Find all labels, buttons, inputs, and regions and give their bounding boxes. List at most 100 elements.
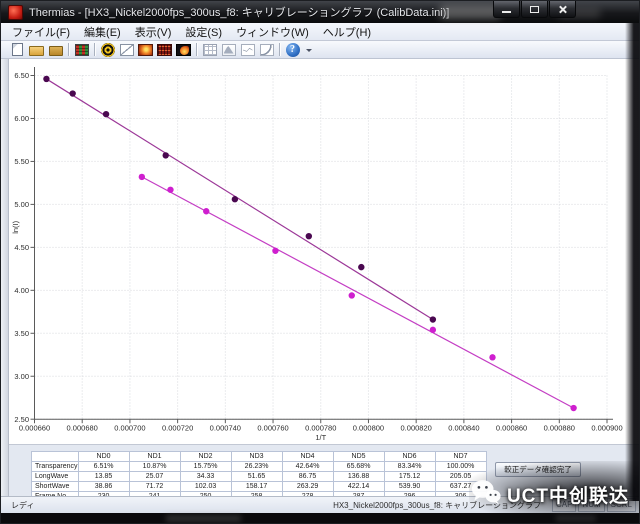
menu-window[interactable]: ウィンドウ(W) (229, 24, 316, 40)
detector-glyph (75, 44, 89, 56)
graph-window-icon[interactable] (238, 41, 257, 58)
grid-table-glyph (203, 44, 217, 56)
new-file-icon[interactable] (8, 41, 27, 58)
table-col-header: ND7 (435, 452, 486, 462)
app-icon (8, 5, 23, 20)
target-icon[interactable] (98, 41, 117, 58)
table-cell: 51.65 (231, 472, 282, 482)
longwave-point (139, 174, 145, 180)
table-row-label: LongWave (32, 472, 79, 482)
mdi-client-area: 6.506.005.505.004.504.003.503.002.500.00… (1, 59, 639, 496)
shortwave-point (430, 316, 436, 322)
decline-curve-glyph (260, 44, 274, 56)
table-cell: 25.07 (129, 472, 180, 482)
x-tick-label: 0.000800 (353, 424, 384, 433)
sensor-grid-glyph (157, 44, 172, 56)
shortwave-point (103, 111, 109, 117)
maximize-button[interactable] (521, 1, 548, 18)
histogram-icon[interactable] (219, 41, 238, 58)
x-tick-label: 0.000840 (448, 424, 479, 433)
maximize-icon (530, 6, 539, 13)
title-bar[interactable]: Thermias - [HX3_Nickel2000fps_300us_f8: … (1, 1, 639, 23)
table-cell: 10.87% (129, 462, 180, 472)
table-row: ShortWave38.8671.72102.03158.17263.29422… (32, 482, 487, 492)
menu-edit[interactable]: 編集(E) (77, 24, 128, 40)
line-chart-icon[interactable] (117, 41, 136, 58)
new-file-glyph (12, 43, 23, 56)
watermark: UCT中创联达 (471, 479, 629, 509)
table-cell: 42.64% (282, 462, 333, 472)
window-controls (492, 1, 576, 18)
decline-curve-icon[interactable] (257, 41, 276, 58)
longwave-point (167, 187, 173, 193)
table-cell: 13.85 (78, 472, 129, 482)
menu-file[interactable]: ファイル(F) (5, 24, 77, 40)
table-row-label: ShortWave (32, 482, 79, 492)
flame-image-glyph (176, 44, 191, 56)
x-tick-label: 0.000860 (496, 424, 527, 433)
y-tick-label: 3.50 (14, 329, 29, 338)
table-cell: 71.72 (129, 482, 180, 492)
chart-canvas: 6.506.005.505.004.504.003.503.002.500.00… (9, 59, 629, 444)
table-corner-cell (32, 452, 79, 462)
menu-help[interactable]: ヘルプ(H) (316, 24, 378, 40)
table-cell: 539.90 (384, 482, 435, 492)
table-cell: 158.17 (231, 482, 282, 492)
thermal-image-icon[interactable] (136, 41, 155, 58)
watermark-smudge (556, 515, 596, 522)
longwave-point (430, 327, 436, 333)
folder-glyph (49, 46, 63, 56)
x-tick-label: 0.000880 (544, 424, 575, 433)
table-cell: 175.12 (384, 472, 435, 482)
application-window: Thermias - [HX3_Nickel2000fps_300us_f8: … (0, 0, 640, 524)
help-icon[interactable] (283, 41, 302, 58)
menu-bar: ファイル(F)編集(E)表示(V)設定(S)ウィンドウ(W)ヘルプ(H) (1, 23, 639, 41)
table-col-header: ND4 (282, 452, 333, 462)
table-cell: 263.29 (282, 482, 333, 492)
flame-image-icon[interactable] (174, 41, 193, 58)
grid-table-icon[interactable] (200, 41, 219, 58)
y-tick-label: 6.00 (14, 114, 29, 123)
toolbar-overflow-icon[interactable] (305, 43, 314, 56)
menu-view[interactable]: 表示(V) (128, 24, 179, 40)
detector-icon[interactable] (72, 41, 91, 58)
shortwave-point (162, 152, 168, 158)
shortwave-point (232, 196, 238, 202)
x-tick-label: 0.000780 (305, 424, 336, 433)
longwave-point (272, 248, 278, 254)
close-button[interactable] (549, 1, 576, 18)
table-cell: 102.03 (180, 482, 231, 492)
thermal-image-glyph (138, 44, 153, 56)
table-cell: 38.86 (78, 482, 129, 492)
table-col-header: ND6 (384, 452, 435, 462)
longwave-point (349, 292, 355, 298)
calibration-chart: 6.506.005.505.004.504.003.503.002.500.00… (9, 59, 639, 444)
line-chart-glyph (120, 44, 134, 56)
toolbar-separator (68, 43, 69, 56)
toolbar-separator (94, 43, 95, 56)
table-cell: 6.51% (78, 462, 129, 472)
table-cell: 86.75 (282, 472, 333, 482)
x-tick-label: 0.000740 (210, 424, 241, 433)
menu-settings[interactable]: 設定(S) (178, 24, 229, 40)
sensor-grid-icon[interactable] (155, 41, 174, 58)
folder-icon[interactable] (46, 41, 65, 58)
y-tick-label: 4.00 (14, 286, 29, 295)
table-col-header: ND5 (333, 452, 384, 462)
status-ready-text: レディ (11, 500, 34, 511)
table-col-header: ND2 (180, 452, 231, 462)
table-cell: 15.75% (180, 462, 231, 472)
table-cell: 83.34% (384, 462, 435, 472)
y-tick-label: 6.50 (14, 71, 29, 80)
minimize-button[interactable] (493, 1, 520, 18)
x-tick-label: 0.000760 (257, 424, 288, 433)
watermark-smudge (166, 515, 241, 522)
x-tick-label: 0.000700 (114, 424, 145, 433)
open-folder-icon[interactable] (27, 41, 46, 58)
target-glyph (101, 43, 115, 57)
x-axis-label: 1/T (315, 433, 326, 442)
toolbar-separator (196, 43, 197, 56)
shortwave-point (69, 90, 75, 96)
window-left-edge (1, 59, 9, 496)
watermark-text: UCT中创联达 (507, 481, 629, 508)
